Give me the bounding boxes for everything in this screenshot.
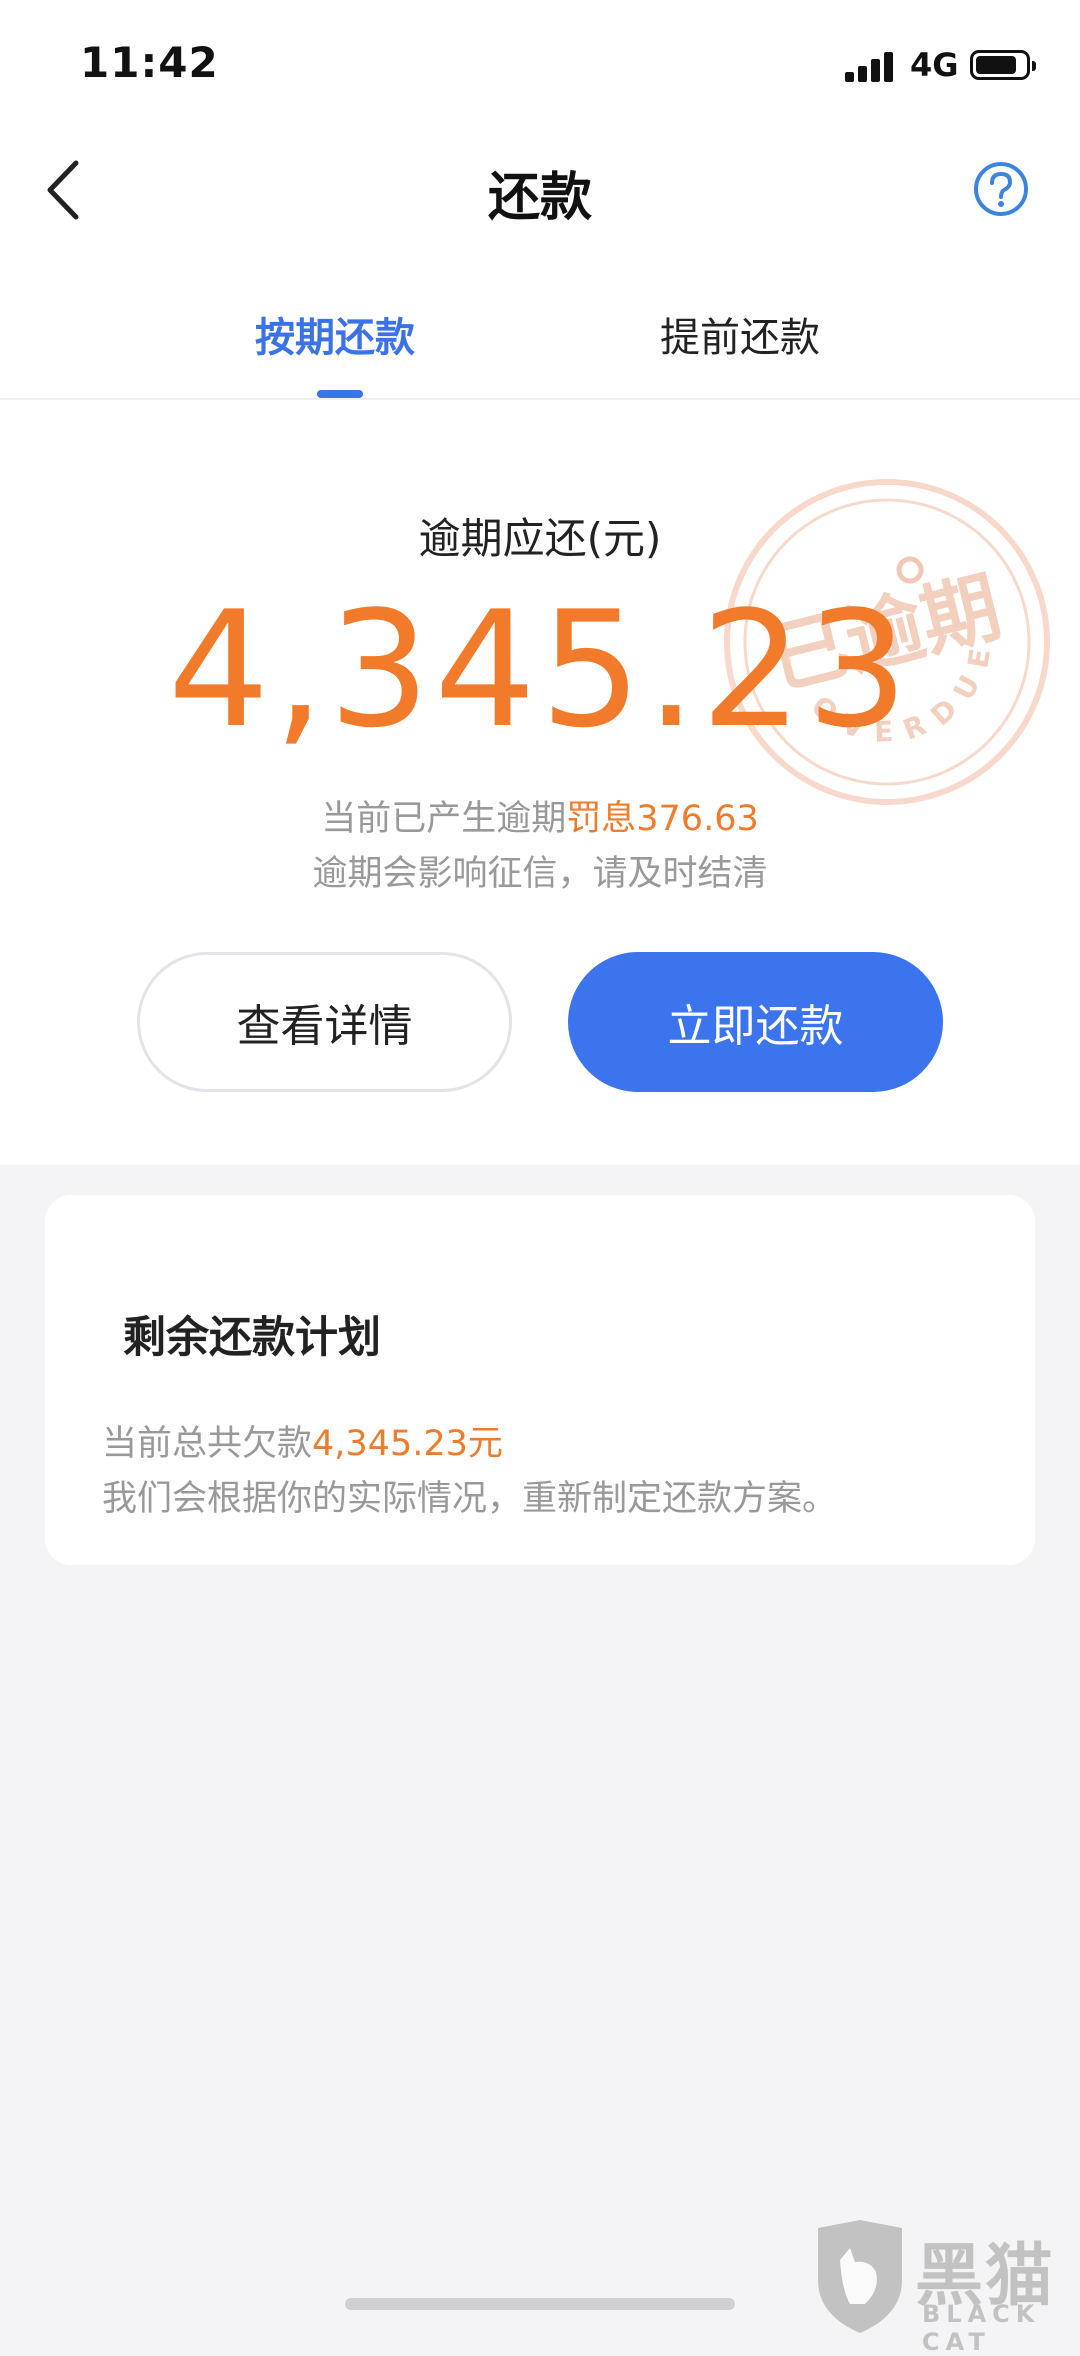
penalty-amount: 罚息376.63 <box>566 799 759 839</box>
network-label: 4G <box>910 46 959 84</box>
black-cat-watermark: 黑猫 BLACK CAT <box>810 2220 1070 2356</box>
plan-total-amount: 4,345.23元 <box>312 1424 503 1464</box>
overdue-amount: 4,345.23 <box>167 576 913 763</box>
help-icon[interactable] <box>972 160 1030 218</box>
signal-icon <box>845 50 897 82</box>
home-indicator[interactable] <box>345 2298 735 2310</box>
tab-divider <box>0 398 1080 400</box>
plan-note: 我们会根据你的实际情况，重新制定还款方案。 <box>102 1479 838 1519</box>
watermark-text-en: BLACK CAT <box>922 2300 1041 2356</box>
battery-icon <box>970 50 1036 80</box>
overdue-amount-label: 逾期应还(元) <box>418 514 662 563</box>
plan-total-owed: 当前总共欠款4,345.23元 <box>102 1415 503 1466</box>
page-title: 还款 <box>487 168 592 228</box>
penalty-prefix: 当前已产生逾期 <box>321 799 567 839</box>
tab-scheduled-repayment[interactable]: 按期还款 <box>255 305 415 363</box>
tab-indicator <box>317 390 363 398</box>
status-time: 11:42 <box>80 38 219 87</box>
view-details-button[interactable]: 查看详情 <box>137 952 512 1092</box>
cat-shield-icon <box>818 2220 902 2333</box>
repayment-plan-card: 剩余还款计划 当前总共欠款4,345.23元 我们会根据你的实际情况，重新制定还… <box>45 1195 1035 1565</box>
plan-title: 剩余还款计划 <box>123 1313 381 1363</box>
repay-now-button[interactable]: 立即还款 <box>568 952 943 1092</box>
tab-early-repayment[interactable]: 提前还款 <box>660 305 820 363</box>
plan-total-prefix: 当前总共欠款 <box>102 1424 313 1464</box>
penalty-note: 当前已产生逾期罚息376.63 <box>0 790 1080 841</box>
credit-warning: 逾期会影响征信，请及时结清 <box>312 854 768 894</box>
